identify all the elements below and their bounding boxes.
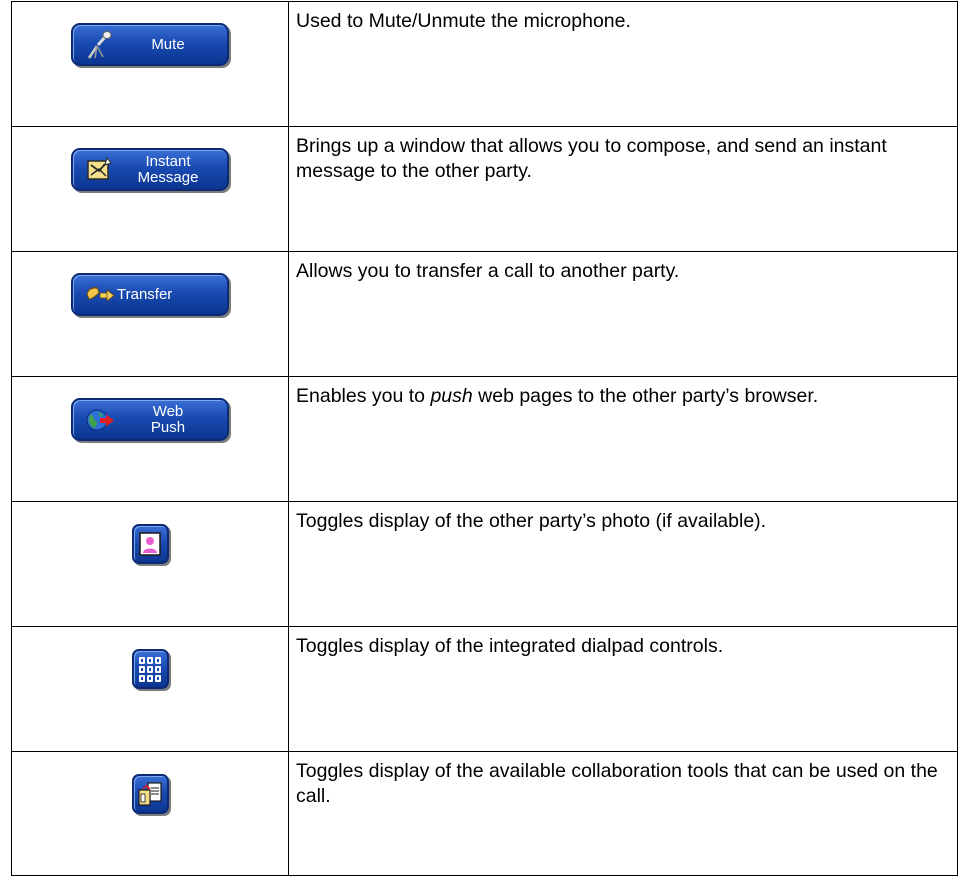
dialpad-toggle-button[interactable]: [131, 649, 169, 689]
web-push-label-line1: Web: [152, 402, 184, 420]
web-push-description-before: Enables you to: [296, 385, 431, 407]
table-row-instant-message: Instant Message Brings up a window that …: [11, 126, 958, 252]
table-row-transfer: Transfer Allows you to transfer a call t…: [11, 251, 958, 377]
instant-message-button[interactable]: Instant Message: [71, 148, 229, 191]
transfer-hand-icon: [86, 286, 115, 302]
web-push-description: Enables you to push web pages to the oth…: [288, 376, 958, 502]
web-push-label-line2: Push: [150, 418, 186, 436]
transfer-button[interactable]: Transfer: [71, 273, 229, 316]
mute-description: Used to Mute/Unmute the microphone.: [288, 1, 958, 127]
icon-cell: [11, 501, 289, 627]
globe-arrow-icon: [86, 409, 114, 430]
mute-button-label: Mute: [151, 35, 185, 53]
table-row-collaboration: Toggles display of the available collabo…: [11, 751, 958, 876]
instant-message-label-line2: Message: [137, 168, 199, 186]
button-reference-table: Mute Used to Mute/Unmute the microphone.…: [11, 1, 958, 876]
dialpad-icon: [139, 657, 161, 682]
microphone-icon: [87, 30, 112, 59]
icon-cell: Web Push: [11, 376, 289, 502]
collaboration-tools-icon: [138, 782, 162, 806]
web-push-description-after: web pages to the other party’s browser.: [472, 385, 819, 407]
instant-message-description: Brings up a window that allows you to co…: [288, 126, 958, 252]
instant-message-label-line1: Instant: [145, 152, 191, 170]
table-row-photo: Toggles display of the other party’s pho…: [11, 501, 958, 627]
icon-cell: Mute: [11, 1, 289, 127]
instant-message-icon: [87, 156, 112, 180]
dialpad-description: Toggles display of the integrated dialpa…: [288, 626, 958, 752]
photo-toggle-button[interactable]: [131, 524, 169, 564]
collaboration-toggle-button[interactable]: [131, 774, 169, 814]
icon-cell: [11, 751, 289, 876]
table-row-dialpad: Toggles display of the integrated dialpa…: [11, 626, 958, 752]
collaboration-description: Toggles display of the available collabo…: [288, 751, 958, 876]
mute-button[interactable]: Mute: [71, 23, 229, 66]
web-push-button[interactable]: Web Push: [71, 398, 229, 441]
table-row-mute: Mute Used to Mute/Unmute the microphone.: [11, 1, 958, 127]
icon-cell: Transfer: [11, 251, 289, 377]
icon-cell: [11, 626, 289, 752]
web-push-description-emphasis: push: [430, 385, 473, 407]
photo-description: Toggles display of the other party’s pho…: [288, 501, 958, 627]
person-photo-icon: [139, 532, 161, 556]
icon-cell: Instant Message: [11, 126, 289, 252]
table-row-web-push: Web Push Enables you to push web pages t…: [11, 376, 958, 502]
transfer-description: Allows you to transfer a call to another…: [288, 251, 958, 377]
transfer-button-label: Transfer: [117, 285, 173, 303]
